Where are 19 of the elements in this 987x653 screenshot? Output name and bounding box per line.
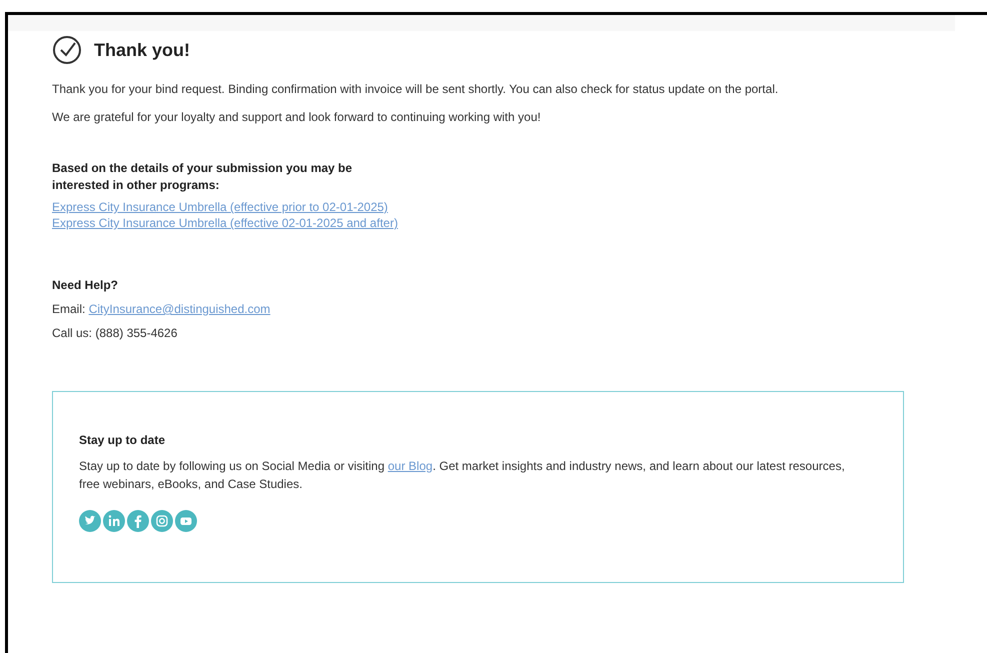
- help-heading: Need Help?: [52, 277, 120, 294]
- program-link[interactable]: Express City Insurance Umbrella (effective prior to 02-01-2025): [52, 200, 388, 214]
- linkedin-icon[interactable]: [103, 510, 125, 532]
- phone-text: Call us: (888) 355-4626: [52, 326, 178, 340]
- message-text: Thank you for your bind request. Binding confirmation with invoice will be sent shortly. You can also check for status update on the portal.: [52, 82, 780, 96]
- email-link[interactable]: CityInsurance@distinguished.com: [88, 302, 270, 316]
- instagram-icon[interactable]: [151, 510, 173, 532]
- message-text: We are grateful for your loyalty and support and look forward to continuing working with you!: [52, 110, 542, 124]
- programs-heading: Based on the details of your submission you may be interested in other programs:: [52, 160, 354, 194]
- blog-link[interactable]: our Blog: [388, 459, 433, 473]
- email-line: Email: CityInsurance@distinguished.com: [52, 302, 272, 316]
- newsletter-heading: Stay up to date: [79, 432, 166, 449]
- newsletter-text: Stay up to date by following us on Social Media or visiting our Blog. Get market insights and industry news, and learn about our latest resources, free webinars, eBooks, and Case Studies.: [79, 458, 846, 493]
- twitter-icon[interactable]: [79, 510, 101, 532]
- youtube-icon[interactable]: [175, 510, 197, 532]
- program-link[interactable]: Express City Insurance Umbrella (effective 02-01-2025 and after): [52, 216, 398, 230]
- check-circle-icon: [52, 35, 82, 65]
- page-title: Thank you!: [94, 40, 190, 60]
- facebook-icon[interactable]: [127, 510, 149, 532]
